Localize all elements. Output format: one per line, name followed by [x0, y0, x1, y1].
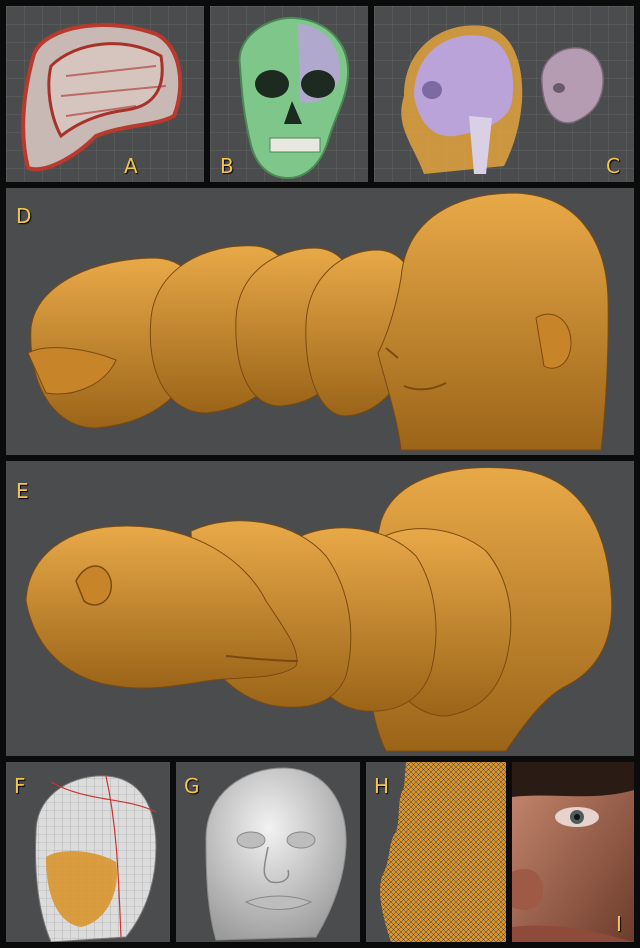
- clay-head-icon: [205, 767, 347, 941]
- panel-e: E: [6, 461, 634, 756]
- ct-skull-icon: [21, 23, 183, 172]
- panel-label-c: C: [606, 154, 620, 178]
- panel-label-h: H: [374, 774, 390, 798]
- panel-c: C: [374, 6, 634, 182]
- panel-d: D: [6, 188, 634, 455]
- panel-label-g: G: [184, 774, 200, 798]
- panel-h: H: [366, 762, 506, 942]
- head-sequence-e-icon: [25, 467, 613, 752]
- head-sequence-d-icon: [27, 192, 609, 451]
- panel-label-a: A: [124, 154, 138, 178]
- panel-label-b: B: [220, 154, 234, 178]
- panel-a: A: [6, 6, 204, 182]
- panel-b: B: [210, 6, 368, 182]
- head-skull-overlay-icon: [401, 25, 604, 175]
- wireframe-head-icon: [35, 775, 157, 942]
- panel-label-e: E: [16, 479, 29, 503]
- panel-f: F: [6, 762, 170, 942]
- panel-label-f: F: [14, 774, 26, 798]
- panel-g: G: [176, 762, 360, 942]
- panel-label-i: I: [616, 912, 622, 936]
- panel-i: I: [512, 762, 634, 942]
- panel-label-d: D: [16, 204, 32, 228]
